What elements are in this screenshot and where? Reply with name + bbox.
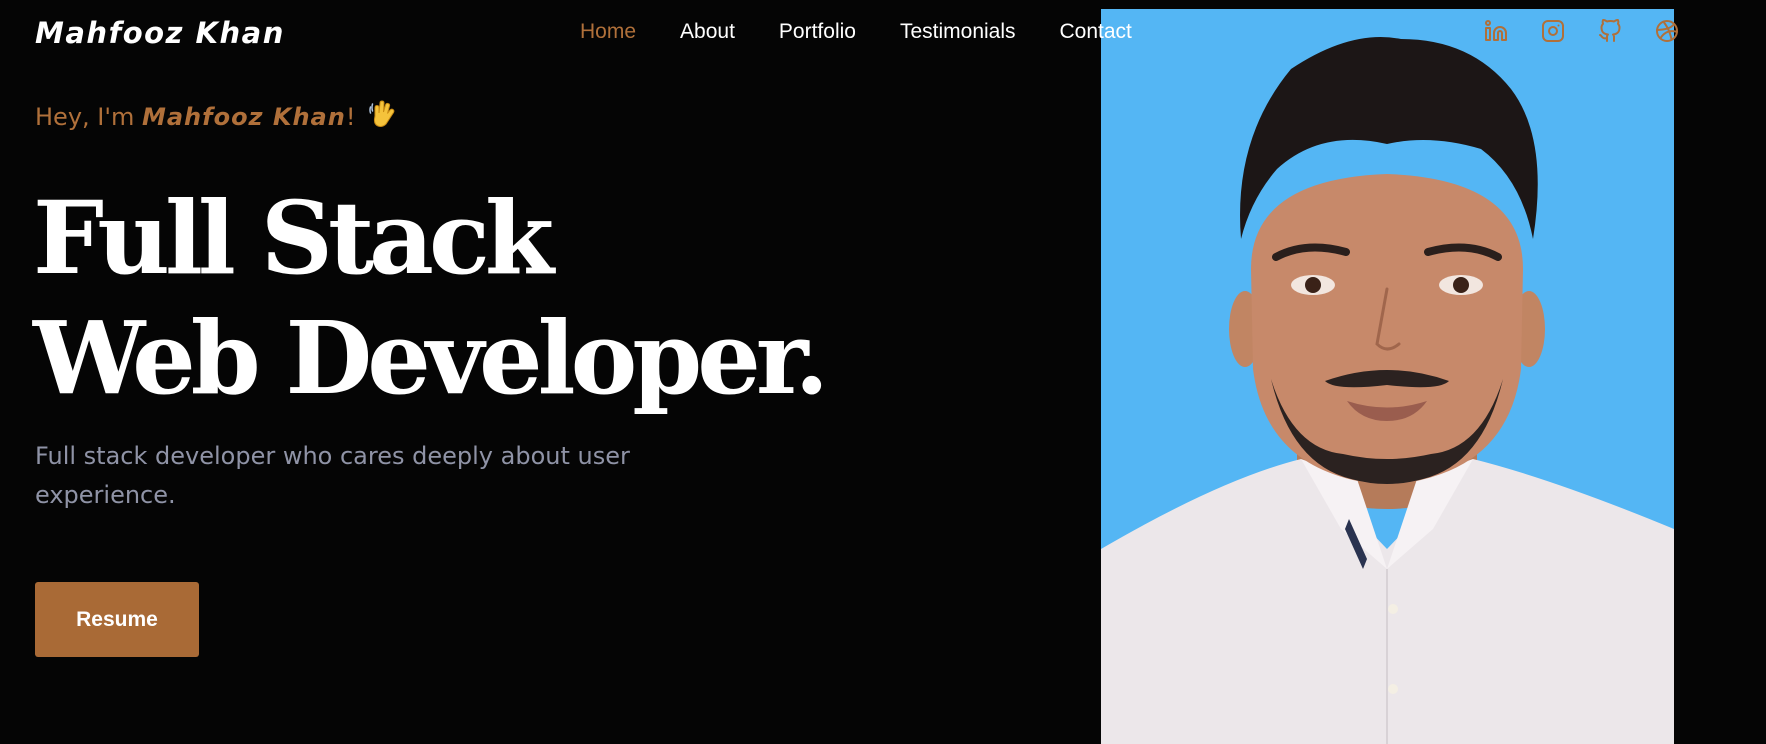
social-links [1484, 19, 1679, 43]
hero-greeting: Hey, I'm Mahfooz Khan! [35, 100, 395, 134]
linkedin-icon[interactable] [1484, 19, 1508, 43]
nav-about[interactable]: About [680, 20, 735, 44]
nav-portfolio[interactable]: Portfolio [779, 20, 856, 44]
brand-logo[interactable]: Mahfooz Khan [35, 16, 285, 50]
main-nav: Home About Portfolio Testimonials Contac… [580, 20, 1132, 44]
hero-headline: Full Stack Web Developer. [33, 178, 829, 418]
headline-line-1: Full Stack [33, 179, 554, 297]
dribbble-icon[interactable] [1655, 19, 1679, 43]
hero-subtext: Full stack developer who cares deeply ab… [35, 442, 630, 509]
nav-contact[interactable]: Contact [1060, 20, 1132, 44]
greeting-name: Mahfooz Khan [141, 103, 346, 131]
wave-hand-icon [369, 100, 395, 134]
greeting-suffix: ! [345, 103, 356, 131]
github-icon[interactable] [1598, 19, 1622, 43]
headline-line-2: Web Developer. [33, 299, 829, 417]
resume-button[interactable]: Resume [35, 582, 199, 657]
profile-photo [1101, 9, 1674, 744]
nav-testimonials[interactable]: Testimonials [900, 20, 1016, 44]
nav-home[interactable]: Home [580, 20, 636, 44]
instagram-icon[interactable] [1541, 19, 1565, 43]
greeting-prefix: Hey, I'm [35, 103, 142, 131]
